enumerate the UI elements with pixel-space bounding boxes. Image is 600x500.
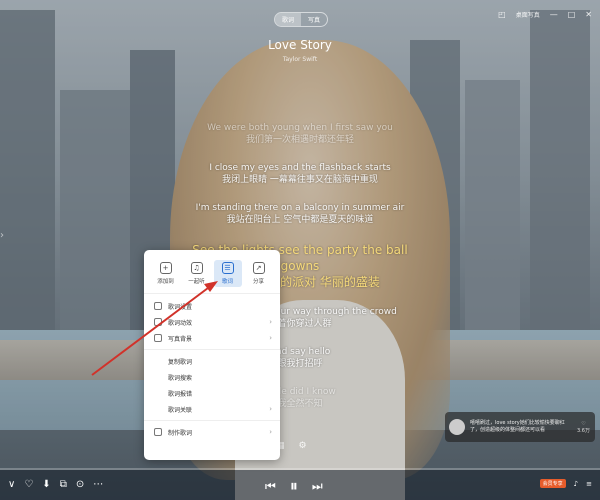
vip-badge[interactable]: 会员专享 — [539, 479, 566, 488]
like-icon[interactable]: ♡ — [24, 479, 33, 490]
more-icon[interactable]: ⋯ — [93, 479, 103, 490]
playlist-icon[interactable]: ≡ — [586, 480, 592, 488]
annotation-arrow — [91, 281, 218, 376]
player-left-controls: ∨ ♡ ⬇ ⧉ ⊙ ⋯ — [8, 479, 103, 490]
previous-icon[interactable]: ⏮ — [265, 479, 276, 494]
comment-icon[interactable]: ⊙ — [76, 479, 84, 490]
next-icon[interactable]: ⏭ — [312, 479, 323, 494]
share-icon[interactable]: ⧉ — [60, 479, 67, 490]
player-bar: ∨ ♡ ⬇ ⧉ ⊙ ⋯ ⏮ ⏸ ⏭ 会员专享 ♪ ≡ — [0, 470, 600, 500]
pause-icon[interactable]: ⏸ — [290, 476, 298, 496]
sound-effect-icon[interactable]: ♪ — [574, 480, 578, 488]
download-icon[interactable]: ⬇ — [42, 479, 50, 490]
playback-controls: ⏮ ⏸ ⏭ — [265, 476, 323, 496]
player-right-controls: 会员专享 ♪ ≡ — [539, 479, 592, 488]
collapse-icon[interactable]: ∨ — [8, 479, 15, 490]
